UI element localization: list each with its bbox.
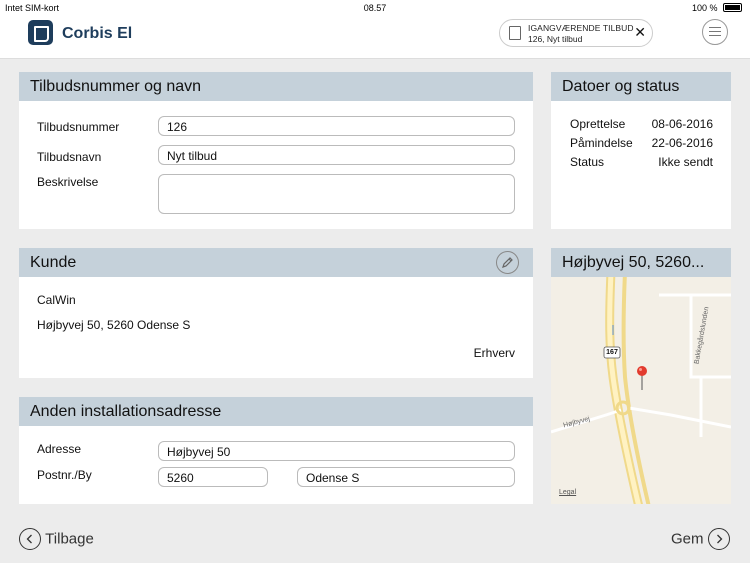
customer-name: CalWin (37, 293, 76, 307)
chevron-right-icon (707, 528, 730, 550)
pencil-icon (502, 257, 513, 268)
created-label: Oprettelse (570, 117, 626, 131)
status-bar: Intet SIM-kort 08.57 100 % (0, 0, 750, 16)
customer-card-title: Kunde (19, 248, 533, 277)
customer-card: Kunde CalWin Højbyvej 50, 5260 Odense S … (19, 248, 533, 378)
map-legal-link[interactable]: Legal (559, 489, 576, 496)
created-value: 08-06-2016 (651, 117, 713, 131)
install-address-card: Anden installationsadresse Adresse Højby… (19, 397, 533, 504)
reminder-value: 22-06-2016 (651, 136, 713, 150)
customer-address: Højbyvej 50, 5260 Odense S (37, 318, 191, 332)
hamburger-icon (709, 27, 721, 28)
close-icon[interactable]: ✕ (634, 24, 646, 40)
description-label: Beskrivelse (37, 175, 99, 189)
offer-number-input[interactable]: 126 (158, 116, 515, 136)
offer-number-label: Tilbudsnummer (37, 120, 120, 134)
back-button[interactable]: Tilbage (19, 528, 94, 550)
zipcity-label: Postnr./By (37, 468, 92, 482)
battery-indicator: 100 % (692, 3, 742, 13)
reminder-label: Påmindelse (570, 136, 633, 150)
active-offer-value: 126, Nyt tilbud (528, 34, 583, 44)
install-card-title: Anden installationsadresse (19, 397, 533, 426)
save-label: Gem (671, 530, 704, 548)
address-input[interactable]: Højbyvej 50 (158, 441, 515, 461)
chevron-left-icon (19, 528, 41, 550)
battery-icon (723, 3, 742, 12)
city-input[interactable]: Odense S (297, 467, 515, 487)
address-label: Adresse (37, 442, 82, 456)
clock: 08.57 (363, 3, 387, 13)
dates-card: Datoer og status Oprettelse 08-06-2016 P… (551, 72, 731, 229)
offer-card: Tilbudsnummer og navn Tilbudsnummer 126 … (19, 72, 533, 229)
hamburger-icon-bar (709, 35, 721, 36)
description-textarea[interactable] (158, 174, 515, 214)
active-offer-chip[interactable]: IGANGVÆRENDE TILBUD 126, Nyt tilbud ✕ (499, 19, 653, 47)
offer-name-input[interactable]: Nyt tilbud (158, 145, 515, 165)
map-view[interactable]: 167 Højbyvej Bakkegårdslunden Legal (551, 277, 731, 504)
app-title: Corbis El (62, 25, 133, 42)
app-header: Corbis El IGANGVÆRENDE TILBUD 126, Nyt t… (0, 16, 750, 59)
customer-type: Erhverv (473, 346, 515, 360)
hamburger-icon-bar (709, 31, 721, 32)
map-card-title: Højbyvej 50, 5260... (551, 248, 731, 277)
menu-button[interactable] (702, 19, 728, 45)
map-card: Højbyvej 50, 5260... 167 Højbyvej Bakkeg… (551, 248, 731, 504)
dates-card-title: Datoer og status (551, 72, 731, 101)
document-icon (509, 26, 521, 40)
save-button[interactable]: Gem (671, 528, 730, 550)
edit-customer-button[interactable] (496, 251, 519, 274)
status-value: Ikke sendt (658, 155, 713, 169)
zip-input[interactable]: 5260 (158, 467, 268, 487)
back-label: Tilbage (45, 530, 94, 548)
battery-percent: 100 % (691, 3, 718, 13)
active-offer-label: IGANGVÆRENDE TILBUD (528, 23, 634, 33)
offer-name-label: Tilbudsnavn (37, 150, 102, 164)
app-logo-icon (28, 20, 53, 45)
road-number-label: 167 (606, 349, 618, 356)
status-label: Status (570, 155, 605, 169)
offer-card-title: Tilbudsnummer og navn (19, 72, 533, 101)
